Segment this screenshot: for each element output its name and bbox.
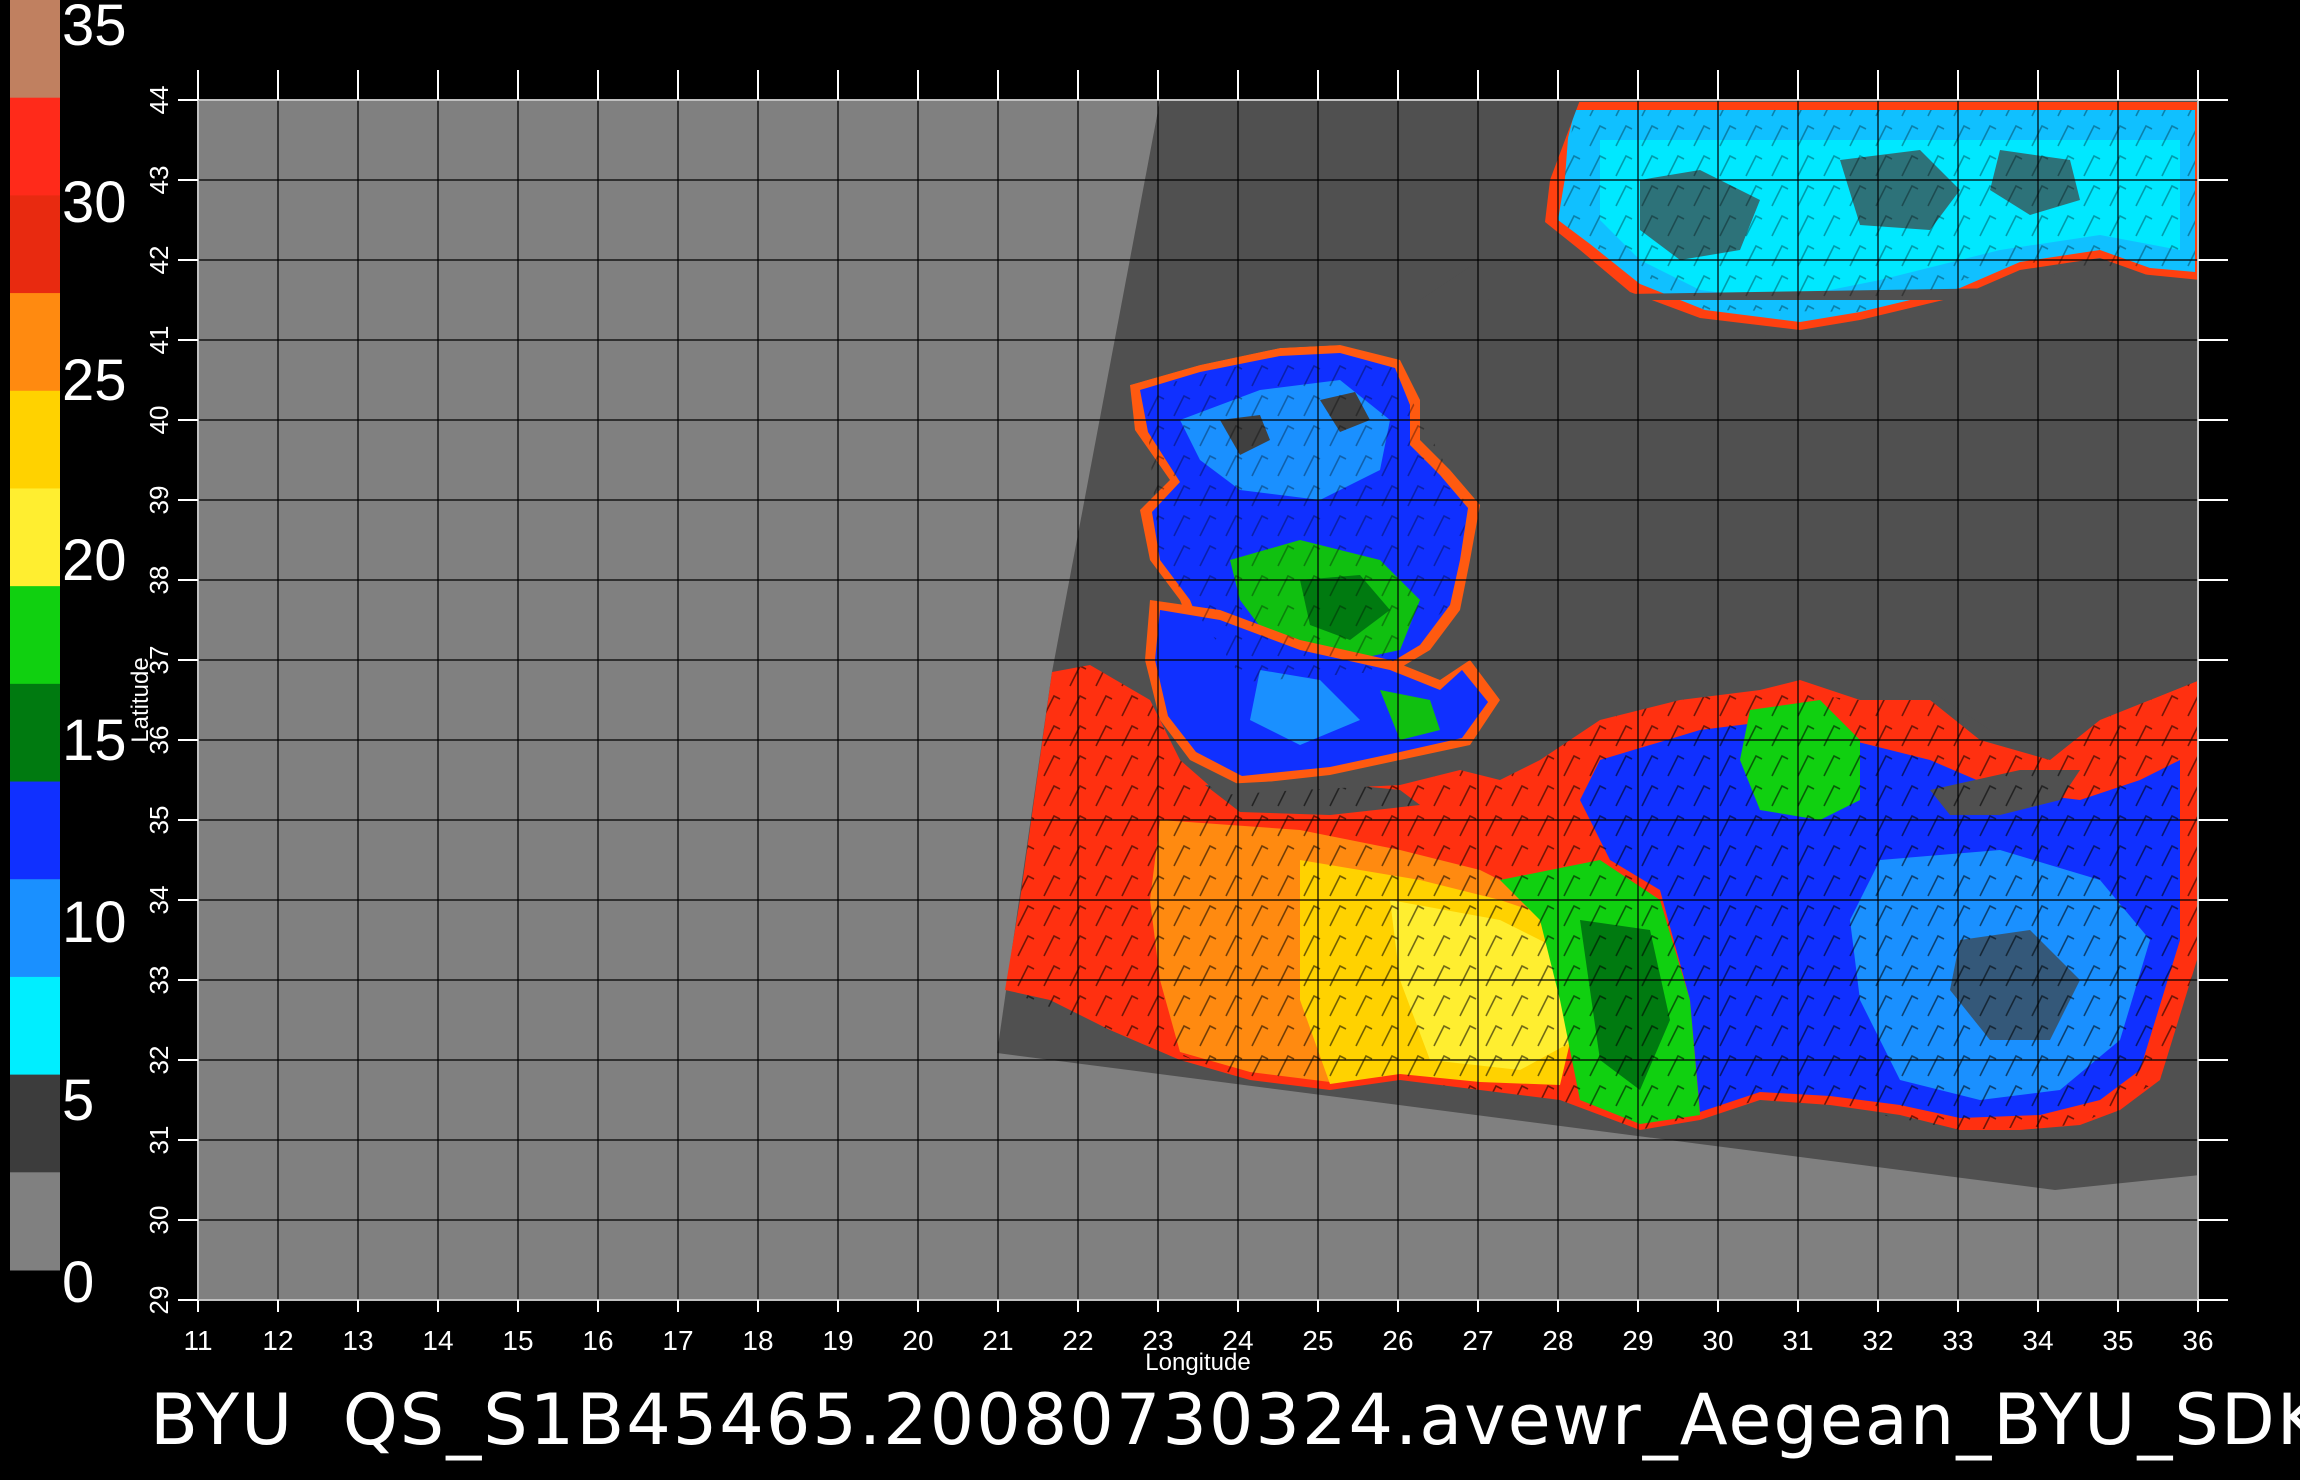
x-tick-label: 28 bbox=[1542, 1325, 1573, 1356]
x-tick-label: 31 bbox=[1782, 1325, 1813, 1356]
colorbar-segment bbox=[10, 488, 60, 587]
x-tick-label: 19 bbox=[822, 1325, 853, 1356]
y-tick-label: 33 bbox=[144, 966, 174, 995]
colorbar-label-25: 25 bbox=[62, 348, 127, 413]
colorbar-segment bbox=[10, 1074, 60, 1173]
x-tick-label: 12 bbox=[262, 1325, 293, 1356]
x-tick-label: 21 bbox=[982, 1325, 1013, 1356]
x-tick-label: 20 bbox=[902, 1325, 933, 1356]
colorbar-label-10: 10 bbox=[62, 890, 127, 955]
x-tick-label: 14 bbox=[422, 1325, 453, 1356]
x-tick-label: 34 bbox=[2022, 1325, 2053, 1356]
plot-area bbox=[198, 100, 2198, 1300]
x-tick-label: 11 bbox=[183, 1325, 212, 1356]
x-tick-label: 22 bbox=[1062, 1325, 1093, 1356]
y-tick-label: 38 bbox=[144, 566, 174, 595]
x-tick-label: 29 bbox=[1622, 1325, 1653, 1356]
y-tick-label: 43 bbox=[144, 166, 174, 195]
x-tick-label: 16 bbox=[582, 1325, 613, 1356]
colorbar-segment bbox=[10, 683, 60, 783]
x-tick-label: 36 bbox=[2182, 1325, 2213, 1356]
wind-speed-map: 35 30 25 20 15 10 5 0 11 12 13 14 15 16 … bbox=[10, 0, 2228, 1376]
colorbar-segment bbox=[10, 781, 60, 880]
x-tick-label: 25 bbox=[1302, 1325, 1333, 1356]
colorbar-segment bbox=[10, 586, 60, 685]
colorbar-segment bbox=[10, 390, 60, 489]
y-tick-label: 40 bbox=[144, 406, 174, 435]
y-tick-label: 42 bbox=[144, 246, 174, 275]
y-tick-label: 29 bbox=[144, 1286, 174, 1315]
x-tick-label: 27 bbox=[1462, 1325, 1493, 1356]
y-axis-label: Latitude bbox=[127, 657, 154, 742]
y-tick-label: 34 bbox=[144, 886, 174, 915]
colorbar-segment bbox=[10, 293, 60, 392]
image-caption: BYU QS_S1B45465.20080730324.avewr_Aegean… bbox=[150, 1379, 2300, 1461]
colorbar bbox=[10, 0, 60, 1271]
x-tick-label: 35 bbox=[2102, 1325, 2133, 1356]
colorbar-label-30: 30 bbox=[62, 170, 127, 235]
colorbar-label-20: 20 bbox=[62, 528, 127, 593]
x-tick-label: 17 bbox=[662, 1325, 693, 1356]
x-tick-label: 18 bbox=[742, 1325, 773, 1356]
colorbar-label-15: 15 bbox=[62, 708, 127, 773]
y-tick-label: 32 bbox=[144, 1046, 174, 1075]
colorbar-label-35: 35 bbox=[62, 0, 127, 58]
y-tick-label: 41 bbox=[144, 326, 174, 355]
colorbar-segment bbox=[10, 1172, 60, 1271]
colorbar-segment bbox=[10, 879, 60, 978]
x-tick-label: 33 bbox=[1942, 1325, 1973, 1356]
x-tick-label: 13 bbox=[342, 1325, 373, 1356]
colorbar-label-5: 5 bbox=[62, 1068, 94, 1133]
colorbar-segment bbox=[10, 976, 60, 1076]
y-tick-label: 35 bbox=[144, 806, 174, 835]
y-tick-label: 31 bbox=[144, 1126, 174, 1155]
y-tick-label: 39 bbox=[144, 486, 174, 515]
x-tick-label: 26 bbox=[1382, 1325, 1413, 1356]
colorbar-segment bbox=[10, 0, 60, 99]
colorbar-label-0: 0 bbox=[62, 1250, 94, 1315]
x-tick-label: 32 bbox=[1862, 1325, 1893, 1356]
colorbar-segment bbox=[10, 97, 60, 196]
colorbar-labels: 35 30 25 20 15 10 5 0 bbox=[62, 0, 127, 1315]
colorbar-segment bbox=[10, 195, 60, 294]
y-tick-label: 30 bbox=[144, 1206, 174, 1235]
y-tick-label: 44 bbox=[144, 86, 174, 115]
x-tick-label: 15 bbox=[502, 1325, 533, 1356]
x-tick-label: 30 bbox=[1702, 1325, 1733, 1356]
